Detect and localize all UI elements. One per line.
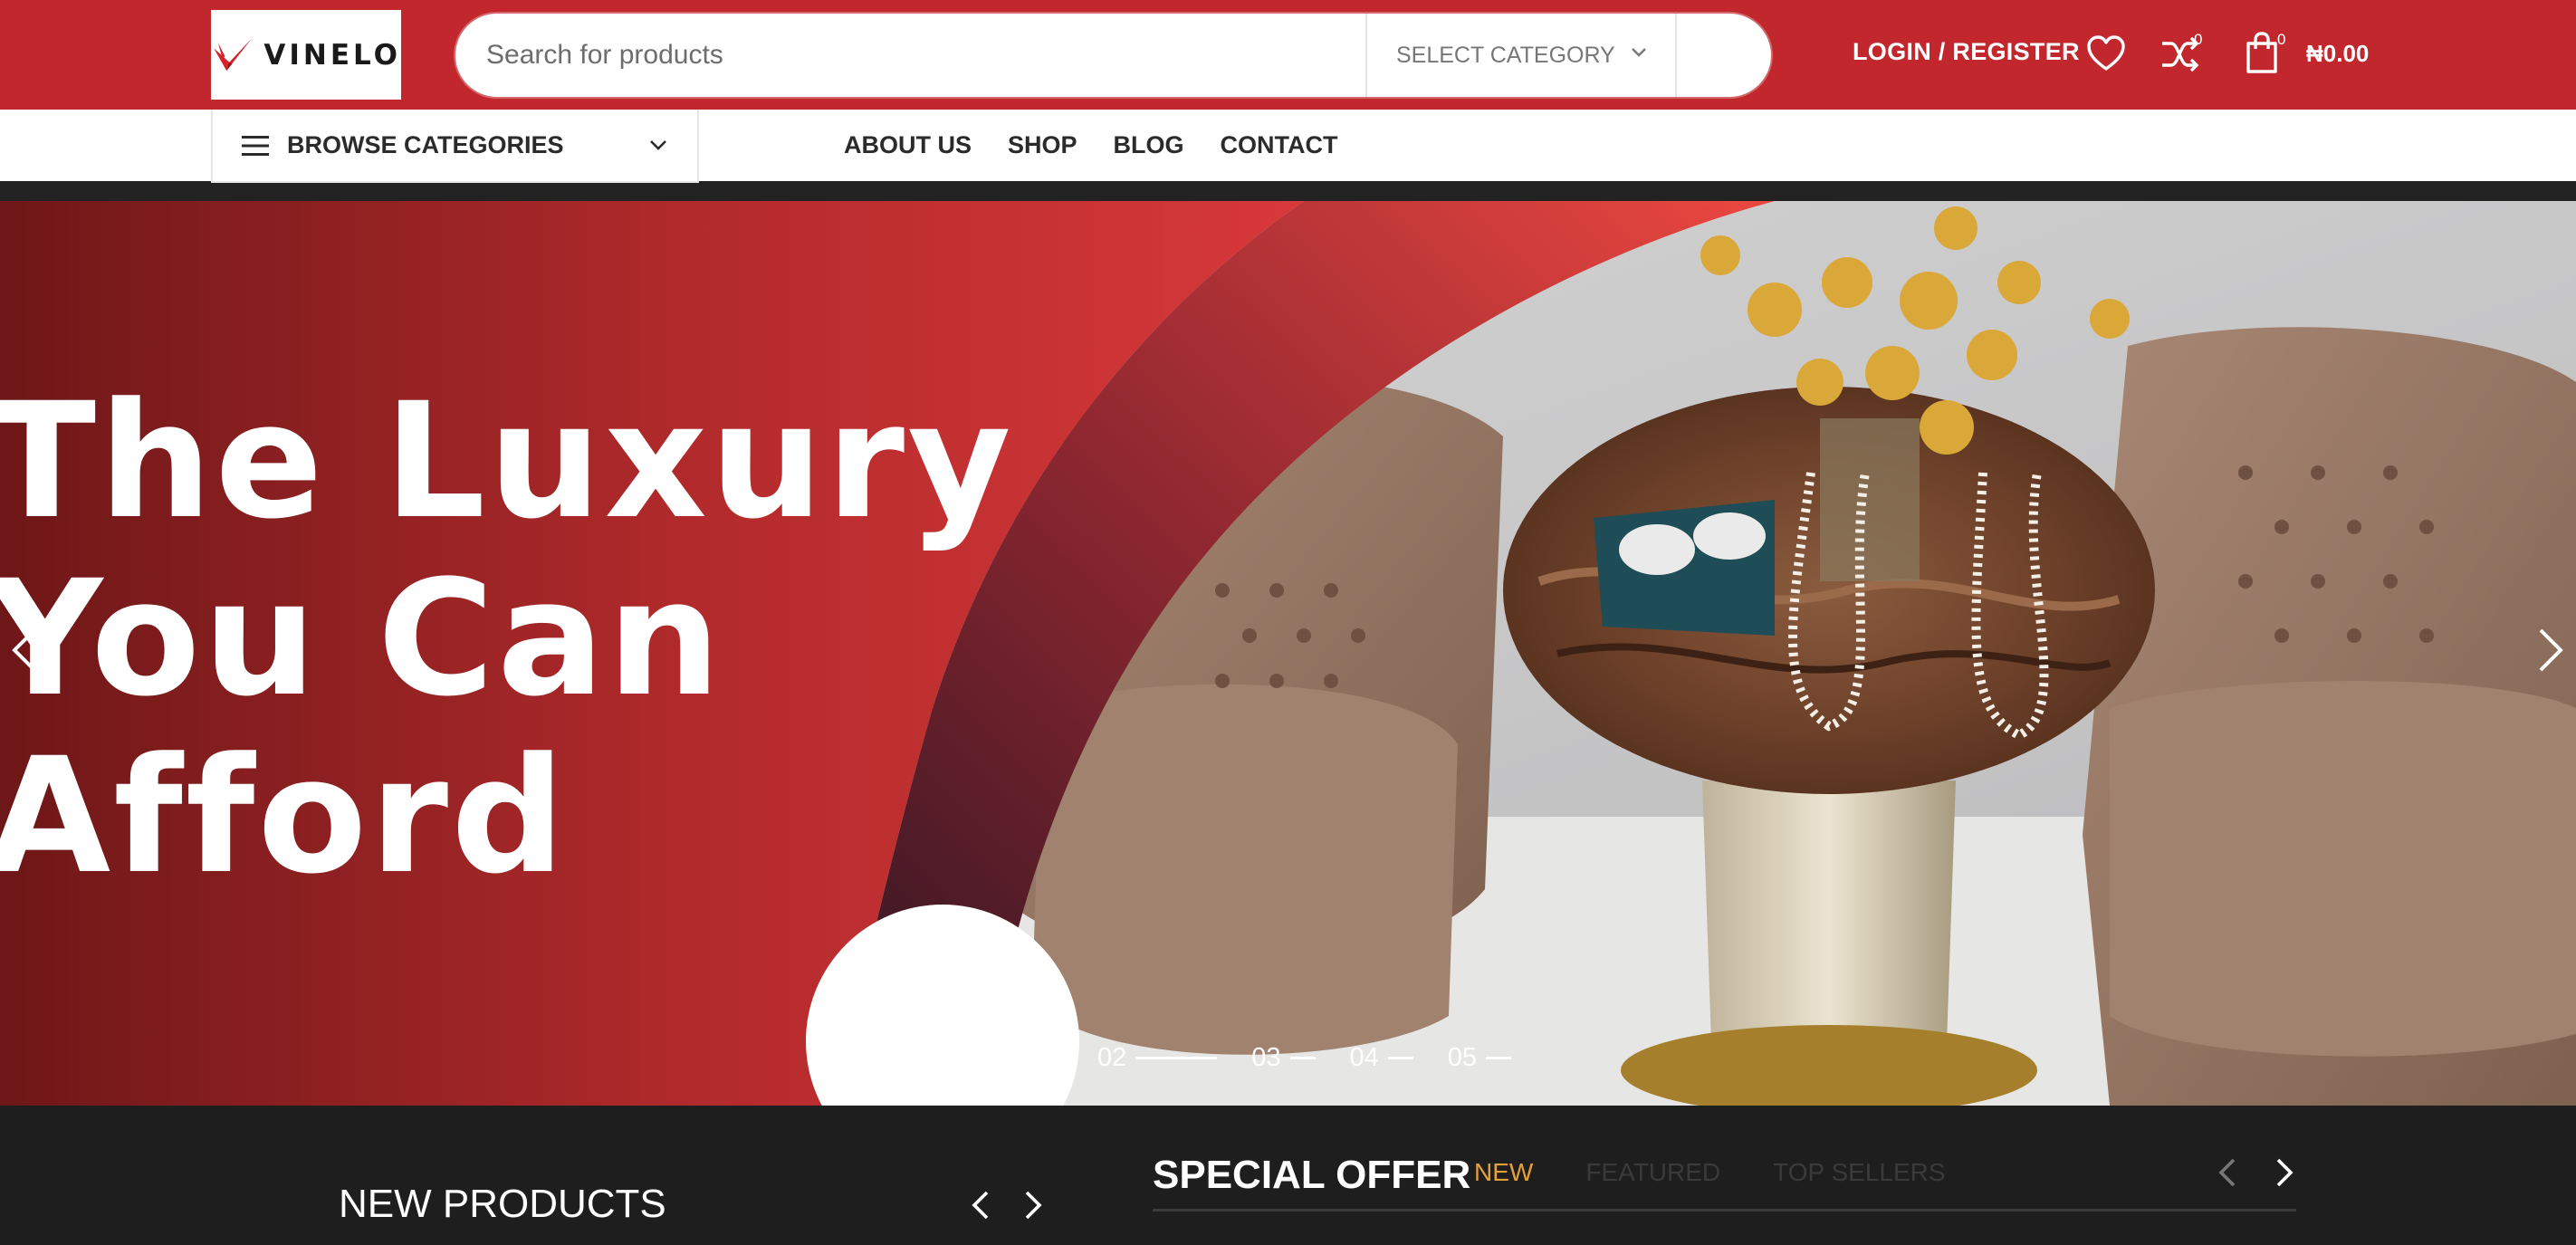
hamburger-icon xyxy=(242,135,269,156)
login-register-link[interactable]: LOGIN / REGISTER xyxy=(1853,38,2080,66)
chevron-left-icon[interactable] xyxy=(969,1189,992,1221)
chevron-left-icon[interactable] xyxy=(2216,1156,2239,1189)
hero-headline: The Luxury You Can Afford xyxy=(0,373,1014,905)
pager-number: 05 xyxy=(1447,1043,1478,1072)
products-section: NEW PRODUCTS SPECIAL OFFER NEW FEATURED … xyxy=(0,1106,2576,1245)
menu-item-contact[interactable]: CONTACT xyxy=(1221,131,1338,159)
slider-pagination: 02 03 04 05 xyxy=(1097,1043,1546,1073)
pager-item[interactable]: 02 xyxy=(1097,1043,1218,1073)
heart-icon[interactable] xyxy=(2086,34,2126,72)
browse-categories-label: BROWSE CATEGORIES xyxy=(287,131,564,158)
new-products-title: NEW PRODUCTS xyxy=(339,1182,666,1226)
cart-count: 0 xyxy=(2277,31,2286,48)
main-menu: ABOUT US SHOP BLOG CONTACT xyxy=(844,131,1338,159)
main-nav-bar: BROWSE CATEGORIES ABOUT US SHOP BLOG CON… xyxy=(0,110,2576,183)
menu-item-about-us[interactable]: ABOUT US xyxy=(844,131,972,159)
pager-number: 04 xyxy=(1349,1043,1379,1072)
menu-item-blog[interactable]: BLOG xyxy=(1114,131,1184,159)
pager-line xyxy=(1387,1057,1413,1059)
chevron-left-icon[interactable] xyxy=(9,627,40,674)
cart-total[interactable]: ₦0.00 xyxy=(2306,40,2369,68)
chevron-right-icon[interactable] xyxy=(1021,1189,1045,1221)
pager-line xyxy=(1135,1057,1218,1059)
cart-icon[interactable] xyxy=(2244,31,2280,74)
category-select[interactable]: SELECT CATEGORY xyxy=(1365,14,1677,97)
pager-number: 03 xyxy=(1251,1043,1281,1072)
tab-top-sellers[interactable]: TOP SELLERS xyxy=(1773,1158,1945,1187)
hero-headline-line: You Can xyxy=(0,546,723,732)
pager-line xyxy=(1289,1057,1316,1059)
pager-item[interactable]: 05 xyxy=(1447,1043,1512,1073)
browse-categories-button[interactable]: BROWSE CATEGORIES xyxy=(211,110,699,183)
chevron-down-icon xyxy=(1632,48,1646,57)
hero-headline-line: The Luxury xyxy=(0,369,1014,554)
chevron-down-icon xyxy=(650,140,666,150)
tab-new[interactable]: NEW xyxy=(1474,1158,1533,1187)
site-logo[interactable]: VINELO xyxy=(211,10,401,100)
chevron-right-icon[interactable] xyxy=(2535,627,2566,674)
tab-featured[interactable]: FEATURED xyxy=(1585,1158,1720,1187)
category-select-label: SELECT CATEGORY xyxy=(1396,42,1615,68)
header-divider xyxy=(0,181,2576,201)
pager-number: 02 xyxy=(1097,1043,1127,1072)
special-offer-tabs: NEW FEATURED TOP SELLERS xyxy=(1474,1158,1946,1187)
search-button[interactable] xyxy=(1677,14,1771,97)
search-bar: SELECT CATEGORY xyxy=(455,14,1771,97)
menu-item-shop[interactable]: SHOP xyxy=(1008,131,1077,159)
chevron-right-icon[interactable] xyxy=(2273,1156,2296,1189)
logo-mark-icon xyxy=(214,37,253,71)
hero-slider: The Luxury You Can Afford 02 03 04 05 xyxy=(0,201,2576,1106)
logo-text: VINELO xyxy=(263,38,401,72)
pager-item[interactable]: 04 xyxy=(1350,1043,1413,1073)
special-offer-title: SPECIAL OFFER xyxy=(1153,1153,1471,1197)
top-header: VINELO SELECT CATEGORY LOGIN / REGISTER … xyxy=(0,0,2576,110)
special-offer-divider xyxy=(1153,1209,2296,1211)
hero-headline-line: Afford xyxy=(0,723,569,909)
pager-item[interactable]: 03 xyxy=(1251,1043,1316,1073)
search-input[interactable] xyxy=(455,14,1365,97)
compare-count: 0 xyxy=(2194,31,2203,48)
pager-line xyxy=(1486,1057,1512,1059)
